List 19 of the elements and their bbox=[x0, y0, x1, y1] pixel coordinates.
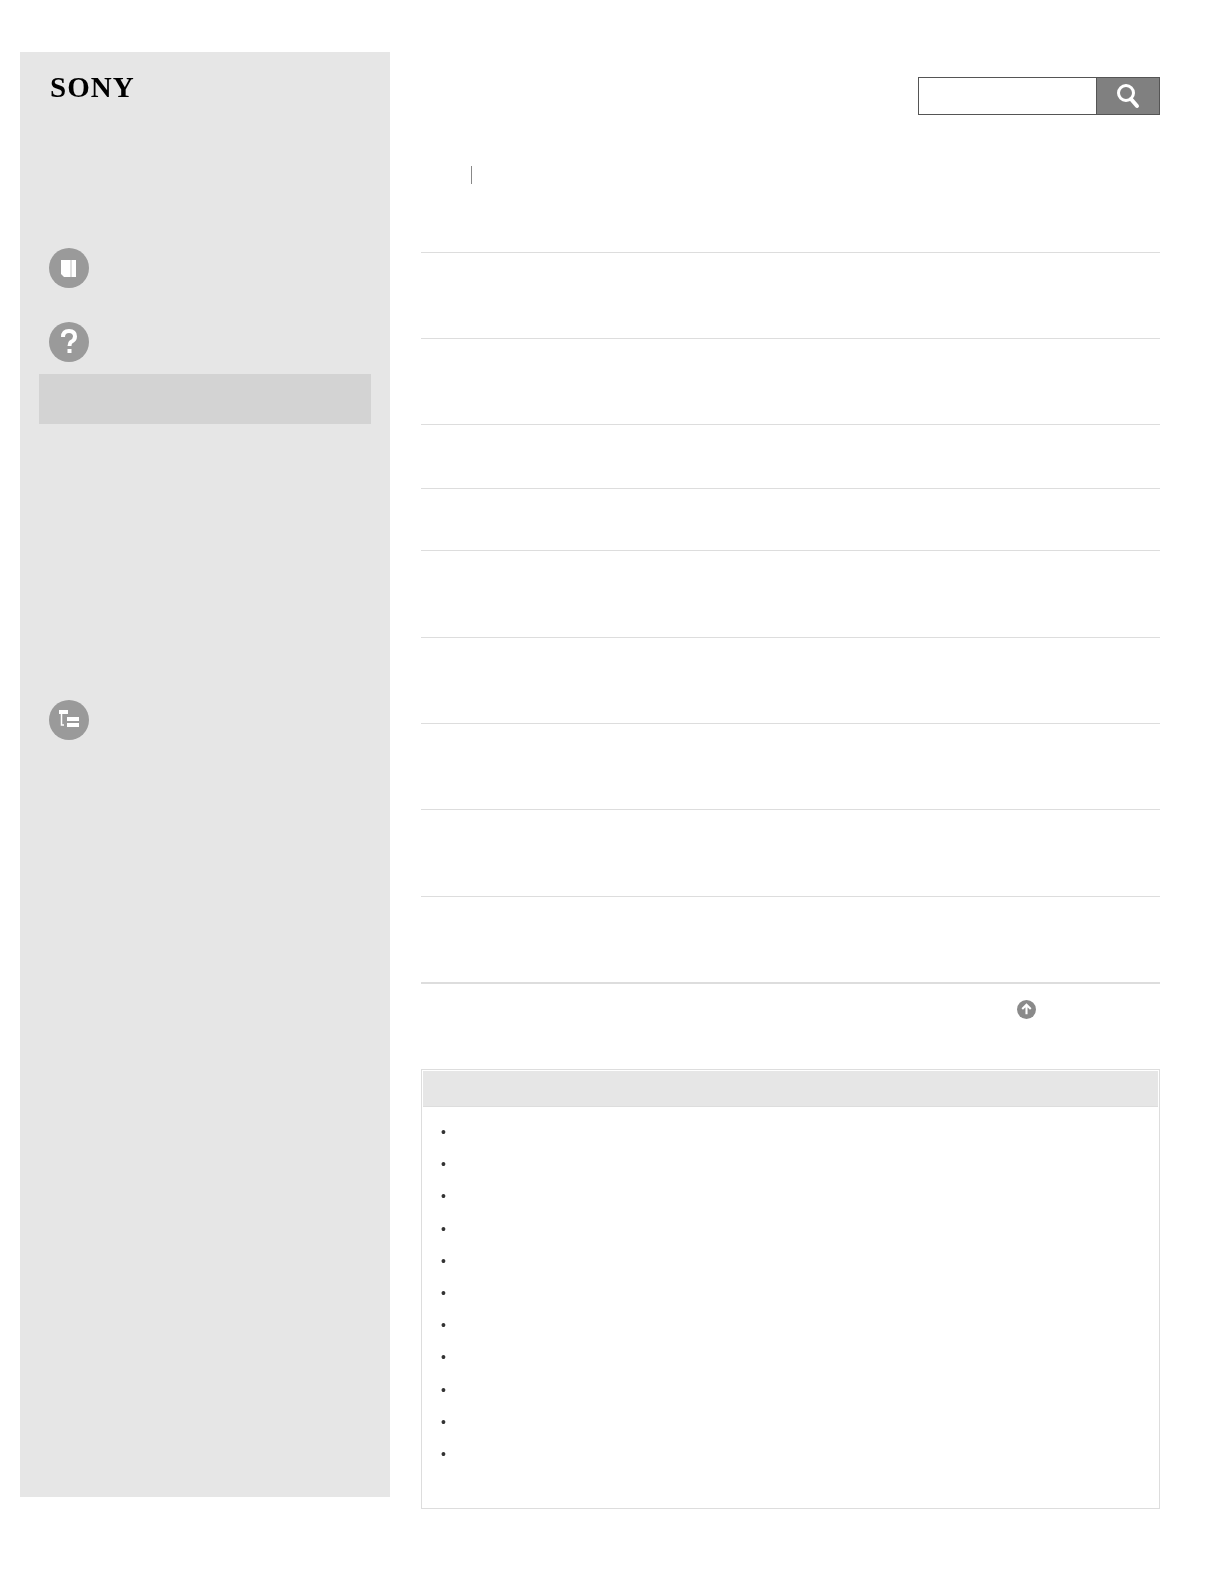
bullet: • bbox=[441, 1317, 446, 1334]
search-icon bbox=[1116, 83, 1140, 109]
bullet: • bbox=[441, 1220, 446, 1237]
tree-icon[interactable] bbox=[49, 700, 89, 740]
book-icon[interactable] bbox=[49, 248, 89, 288]
bullet: • bbox=[441, 1284, 446, 1301]
bullet: • bbox=[441, 1445, 446, 1462]
bullet: • bbox=[441, 1252, 446, 1269]
search-button[interactable] bbox=[1096, 77, 1160, 115]
logo[interactable]: SONY bbox=[50, 74, 135, 100]
bullet: • bbox=[441, 1381, 446, 1398]
bullet: • bbox=[441, 1124, 446, 1140]
bullet: • bbox=[441, 1413, 446, 1430]
bullet: • bbox=[441, 1349, 446, 1366]
arrow-up-icon[interactable] bbox=[1017, 1000, 1036, 1019]
bullet: • bbox=[441, 1156, 446, 1173]
bullet: • bbox=[441, 1188, 446, 1205]
help-icon[interactable] bbox=[49, 322, 89, 362]
search-field[interactable] bbox=[918, 77, 1096, 115]
